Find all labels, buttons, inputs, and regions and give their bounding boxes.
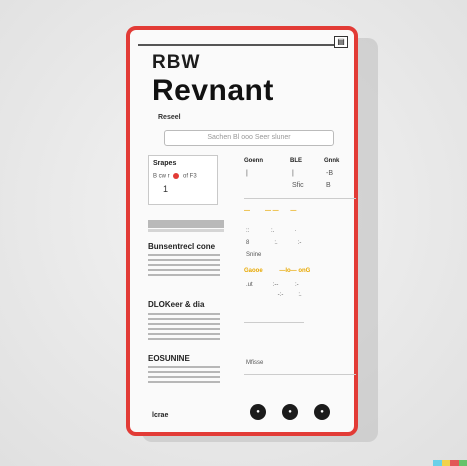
small-cell-c: .ut :-- :- <box>246 282 299 288</box>
device-frame: ▤ RBW Revnant Reseel Sachen Bl ooo Seer … <box>126 26 358 436</box>
search-input[interactable]: Sachen Bl ooo Seer sluner <box>164 130 334 146</box>
color-strip <box>433 460 467 466</box>
small-cell-d: -:- :. <box>246 292 302 298</box>
section-bar <box>148 220 224 228</box>
card-header: Srapes <box>153 160 177 167</box>
brand-label: RBW <box>152 52 201 73</box>
text-lines-3 <box>148 366 220 386</box>
divider-2 <box>244 322 304 323</box>
text-lines-1 <box>148 254 220 279</box>
section-heading-2: DLOKeer & dia <box>148 300 205 309</box>
info-card[interactable]: Srapes B cw r of F3 1 <box>148 155 218 205</box>
color-swatch-2 <box>441 460 450 466</box>
cell-r1c3: -B <box>326 170 333 177</box>
column-header-3: Gnnk <box>324 158 340 164</box>
nav-dot-2-glyph: ● <box>288 409 292 415</box>
card-row-label: B cw r <box>153 173 170 180</box>
cell-r1c1: | <box>246 170 248 177</box>
nav-dot-1-glyph: ● <box>256 409 260 415</box>
nav-dot-2[interactable]: ● <box>282 404 298 420</box>
footer-panel-label: Mfisse <box>246 360 264 366</box>
cell-r1c2: | <box>292 170 294 177</box>
highlight-row-1: — — — — <box>244 208 296 214</box>
cell-r2c3: B <box>326 182 331 189</box>
alert-dot-icon <box>173 173 180 179</box>
highlight-2a: Gaooe <box>244 268 263 274</box>
card-row-suffix: of F3 <box>183 173 197 180</box>
highlight-1b: — — <box>265 208 279 214</box>
menu-icon[interactable]: ▤ <box>334 36 348 48</box>
nav-dot-3-glyph: ● <box>320 409 324 415</box>
column-header-1: Goenn <box>244 158 263 164</box>
page-subtitle: Reseel <box>158 114 181 121</box>
highlight-row-2: Gaooe —lo— onG <box>244 268 310 274</box>
small-cell-a: :: :. · <box>246 228 297 234</box>
text-lines-2 <box>148 313 220 343</box>
highlight-2b: —lo— onG <box>279 268 311 274</box>
color-swatch-1 <box>433 460 442 466</box>
section-heading-1: Bunsentrecl cone <box>148 242 216 251</box>
top-bar <box>138 44 346 50</box>
card-value: 1 <box>163 184 169 194</box>
color-swatch-4 <box>458 460 467 466</box>
section-heading-3: EOSUNINE <box>148 354 190 363</box>
small-cell-b: 8 :. :- <box>246 240 302 246</box>
card-row: B cw r of F3 <box>153 173 197 180</box>
nav-dot-1[interactable]: ● <box>250 404 266 420</box>
page-title: Revnant <box>152 74 274 107</box>
nav-dot-3[interactable]: ● <box>314 404 330 420</box>
color-swatch-3 <box>450 460 459 466</box>
highlight-1c: — <box>290 208 297 214</box>
section-bar-thin <box>148 229 224 232</box>
highlight-1a: — <box>244 208 250 214</box>
divider <box>244 198 356 199</box>
panel-label: Snine <box>246 252 262 258</box>
divider-3 <box>244 374 356 375</box>
cell-r2c2: Sfic <box>292 182 304 189</box>
footer-label: lcrae <box>152 412 169 419</box>
column-header-2: BLE <box>290 158 302 164</box>
